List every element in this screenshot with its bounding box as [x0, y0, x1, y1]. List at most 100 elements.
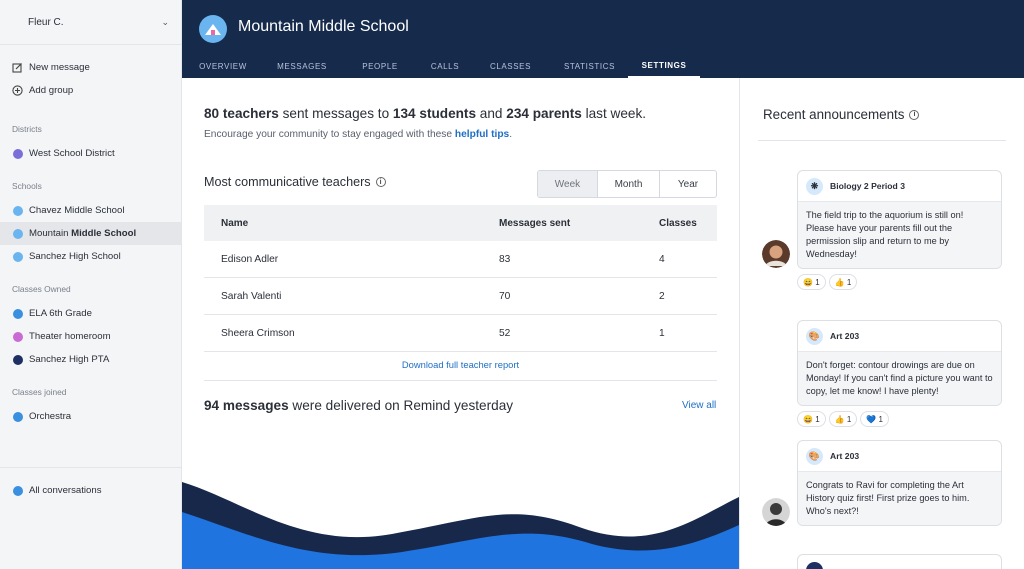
tab-statistics[interactable]: STATISTICS: [551, 55, 628, 78]
main-content: 80 teachers sent messages to 134 student…: [182, 78, 739, 569]
helpful-tips-link[interactable]: helpful tips: [455, 129, 509, 140]
reactions: 😄 1 👍 1: [797, 274, 860, 290]
class-icon: [12, 411, 23, 422]
districts-heading: Districts: [12, 124, 42, 134]
classes-count: 1: [659, 327, 665, 339]
announcement-card[interactable]: ❋ Biology 2 Period 3 The field trip to t…: [797, 170, 1002, 269]
table-row: Edison Adler 83 4: [204, 241, 717, 278]
announcements-panel: Recent announcements i ❋ Biology 2 Perio…: [739, 78, 1024, 569]
weekly-summary: 80 teachers sent messages to 134 student…: [204, 106, 647, 121]
table-row: Sarah Valenti 70 2: [204, 278, 717, 315]
sidebar-item-west-school-district[interactable]: West School District: [0, 142, 181, 165]
avatar: [762, 240, 790, 268]
class-avatar-icon: ❋: [806, 177, 823, 195]
classes-count: 2: [659, 290, 665, 302]
school-icon: [12, 205, 23, 216]
class-name: Art 203: [830, 331, 860, 341]
announcement-text: Don't forget: contour drowings are due o…: [798, 351, 1001, 405]
info-icon[interactable]: i: [375, 177, 386, 187]
decorative-waves: [182, 482, 739, 569]
school-logo-icon: [199, 15, 227, 43]
teacher-name: Sheera Crimson: [221, 327, 295, 339]
sidebar-item-ela-6th-grade[interactable]: ELA 6th Grade: [0, 302, 181, 325]
messages-sent: 52: [499, 327, 511, 339]
encourage-text: Encourage your community to stay engaged…: [204, 129, 513, 140]
reactions: 😄 1 👍 1 💙 1: [797, 411, 892, 427]
class-icon: [12, 331, 23, 342]
new-message-button[interactable]: New message: [0, 56, 181, 79]
period-week-button[interactable]: Week: [538, 171, 597, 197]
period-selector: Week Month Year: [537, 170, 717, 198]
view-all-link[interactable]: View all: [682, 400, 716, 411]
edit-icon: [12, 62, 23, 73]
panel-divider: [758, 140, 1006, 141]
school-icon: [12, 251, 23, 262]
tab-overview[interactable]: OVERVIEW: [182, 55, 264, 78]
sidebar-divider: [0, 467, 181, 468]
page-title: Mountain Middle School: [238, 18, 409, 35]
column-header-name: Name: [221, 217, 249, 229]
delivered-summary: 94 messages were delivered on Remind yes…: [204, 398, 514, 413]
classes-joined-heading: Classes joined: [12, 387, 67, 397]
sidebar-item-all-conversations[interactable]: All conversations: [0, 479, 181, 502]
tab-people[interactable]: PEOPLE: [340, 55, 420, 78]
tab-calls[interactable]: CALLS: [420, 55, 470, 78]
add-group-button[interactable]: Add group: [0, 79, 181, 102]
column-header-messages: Messages sent: [499, 217, 571, 229]
reaction-laugh[interactable]: 😄 1: [797, 411, 826, 427]
sidebar-item-chavez-middle-school[interactable]: Chavez Middle School: [0, 199, 181, 222]
reaction-thumbs-up[interactable]: 👍 1: [828, 411, 858, 427]
info-icon[interactable]: i: [909, 109, 920, 120]
announcement-text: Congrats to Ravi for completing the Art …: [798, 471, 1001, 525]
class-name: Biology 2 Period 3: [830, 181, 905, 191]
announcement-card[interactable]: [797, 554, 1002, 569]
reaction-thumbs-up[interactable]: 👍 1: [828, 274, 858, 290]
download-report-link[interactable]: Download full teacher report: [204, 359, 717, 370]
messages-sent: 83: [499, 253, 511, 265]
reaction-heart[interactable]: 💙 1: [860, 411, 889, 427]
announcement-text: The field trip to the aquorium is still …: [798, 201, 1001, 268]
announcements-title: Recent announcements i: [763, 107, 920, 122]
class-avatar-icon: 🎨: [806, 327, 823, 345]
schools-heading: Schools: [12, 181, 42, 191]
classes-count: 4: [659, 253, 665, 265]
district-icon: [12, 148, 23, 159]
tab-settings[interactable]: SETTINGS: [628, 55, 700, 78]
teachers-section-title: Most communicative teachers i: [204, 175, 386, 189]
sidebar-item-sanchez-high-school[interactable]: Sanchez High School: [0, 245, 181, 268]
tab-messages[interactable]: MESSAGES: [264, 55, 340, 78]
sidebar-item-mountain-middle-school[interactable]: Mountain Middle School: [0, 222, 181, 245]
school-icon: [12, 228, 23, 239]
table-row: Sheera Crimson 52 1: [204, 315, 717, 352]
class-name: Art 203: [830, 451, 860, 461]
teacher-name: Sarah Valenti: [221, 290, 282, 302]
teachers-table: Name Messages sent Classes Edison Adler …: [204, 205, 717, 352]
column-header-classes: Classes: [659, 217, 697, 229]
class-icon: [12, 308, 23, 319]
period-month-button[interactable]: Month: [597, 171, 659, 197]
period-year-button[interactable]: Year: [659, 171, 716, 197]
sidebar: Fleur C. ⌄ New message Add group Distric…: [0, 0, 182, 569]
plus-circle-icon: [12, 85, 23, 96]
sidebar-item-orchestra[interactable]: Orchestra: [0, 405, 181, 428]
class-avatar-icon: [806, 561, 823, 569]
table-header: Name Messages sent Classes: [204, 205, 717, 241]
user-name: Fleur C.: [28, 16, 64, 28]
tab-classes[interactable]: CLASSES: [470, 55, 551, 78]
avatar: [762, 498, 790, 526]
user-switcher[interactable]: Fleur C. ⌄: [0, 0, 181, 45]
reaction-laugh[interactable]: 😄 1: [797, 274, 826, 290]
class-icon: [12, 354, 23, 365]
teacher-name: Edison Adler: [221, 253, 279, 265]
announcement-card[interactable]: 🎨 Art 203 Congrats to Ravi for completin…: [797, 440, 1002, 526]
section-divider: [204, 380, 717, 381]
chevron-down-icon: ⌄: [161, 16, 169, 27]
header: Mountain Middle School OVERVIEW MESSAGES…: [182, 0, 1024, 78]
classes-owned-heading: Classes Owned: [12, 284, 71, 294]
globe-icon: [12, 485, 23, 496]
messages-sent: 70: [499, 290, 511, 302]
sidebar-item-theater-homeroom[interactable]: Theater homeroom: [0, 325, 181, 348]
sidebar-item-sanchez-high-pta[interactable]: Sanchez High PTA: [0, 348, 181, 371]
class-avatar-icon: 🎨: [806, 447, 823, 465]
announcement-card[interactable]: 🎨 Art 203 Don't forget: contour drowings…: [797, 320, 1002, 406]
